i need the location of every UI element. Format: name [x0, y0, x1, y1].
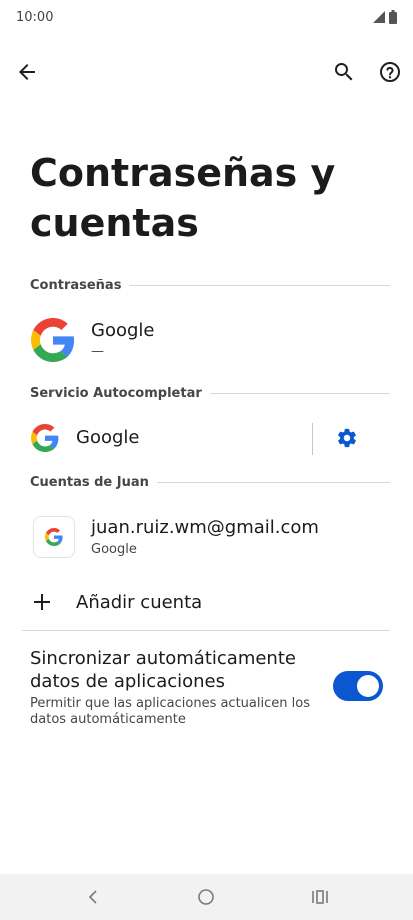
back-arrow-icon	[19, 64, 35, 80]
page-title: Contraseñas y cuentas	[30, 148, 390, 248]
google-logo-icon	[45, 528, 63, 546]
help-button[interactable]	[370, 52, 410, 92]
nav-home-button[interactable]	[186, 880, 226, 914]
divider	[22, 630, 390, 631]
nav-back-icon	[88, 890, 97, 904]
nav-recents-button[interactable]	[300, 880, 340, 914]
section-rule	[209, 393, 390, 394]
autofill-divider	[312, 423, 313, 455]
signal-icon	[373, 11, 385, 23]
autofill-service-name: Google	[76, 427, 140, 448]
battery-icon	[389, 10, 397, 24]
section-label-accounts: Cuentas de Juan	[30, 475, 149, 490]
system-nav-bar	[0, 874, 413, 920]
section-header-autofill: Servicio Autocompletar	[30, 386, 390, 401]
search-button[interactable]	[324, 52, 364, 92]
section-label-passwords: Contraseñas	[30, 278, 122, 293]
status-time: 10:00	[16, 10, 54, 25]
nav-back-button[interactable]	[73, 880, 113, 914]
section-rule	[129, 285, 390, 286]
section-label-autofill: Servicio Autocompletar	[30, 386, 202, 401]
nav-home-icon	[198, 889, 214, 905]
toggle-knob	[357, 675, 379, 697]
section-rule	[156, 482, 390, 483]
nav-recents-icon	[312, 890, 328, 904]
plus-icon	[34, 594, 50, 610]
page-title-line2: cuentas	[30, 201, 199, 245]
sync-title-line2: datos de aplicaciones	[30, 671, 226, 692]
sync-description-line1: Permitir que las aplicaciones actualicen…	[30, 696, 310, 711]
help-icon	[380, 62, 400, 82]
account-email: juan.ruiz.wm@gmail.com	[91, 517, 319, 538]
password-provider-detail: —	[91, 344, 104, 359]
password-provider-row[interactable]: Google —	[22, 306, 390, 374]
sync-description-line2: datos automáticamente	[30, 712, 186, 727]
autofill-settings-button[interactable]	[327, 418, 367, 458]
google-logo-icon	[31, 424, 59, 452]
section-header-accounts: Cuentas de Juan	[30, 475, 390, 490]
account-row[interactable]: juan.ruiz.wm@gmail.com Google	[22, 502, 390, 570]
search-icon	[335, 63, 353, 81]
password-provider-name: Google	[91, 320, 155, 341]
gear-icon	[338, 428, 356, 448]
account-type: Google	[91, 542, 137, 557]
add-account-button[interactable]: Añadir cuenta	[22, 580, 390, 626]
page-title-line1: Contraseñas y	[30, 151, 336, 195]
back-button[interactable]	[7, 52, 47, 92]
status-bar: 10:00	[0, 0, 413, 36]
autofill-service-row[interactable]: Google	[22, 412, 312, 466]
add-account-label: Añadir cuenta	[76, 592, 203, 613]
section-header-passwords: Contraseñas	[30, 278, 390, 293]
google-logo-icon	[31, 318, 75, 362]
sync-title-line1: Sincronizar automáticamente	[30, 648, 296, 669]
status-icons	[373, 10, 397, 24]
account-avatar	[33, 516, 75, 558]
sync-toggle[interactable]	[333, 671, 383, 701]
